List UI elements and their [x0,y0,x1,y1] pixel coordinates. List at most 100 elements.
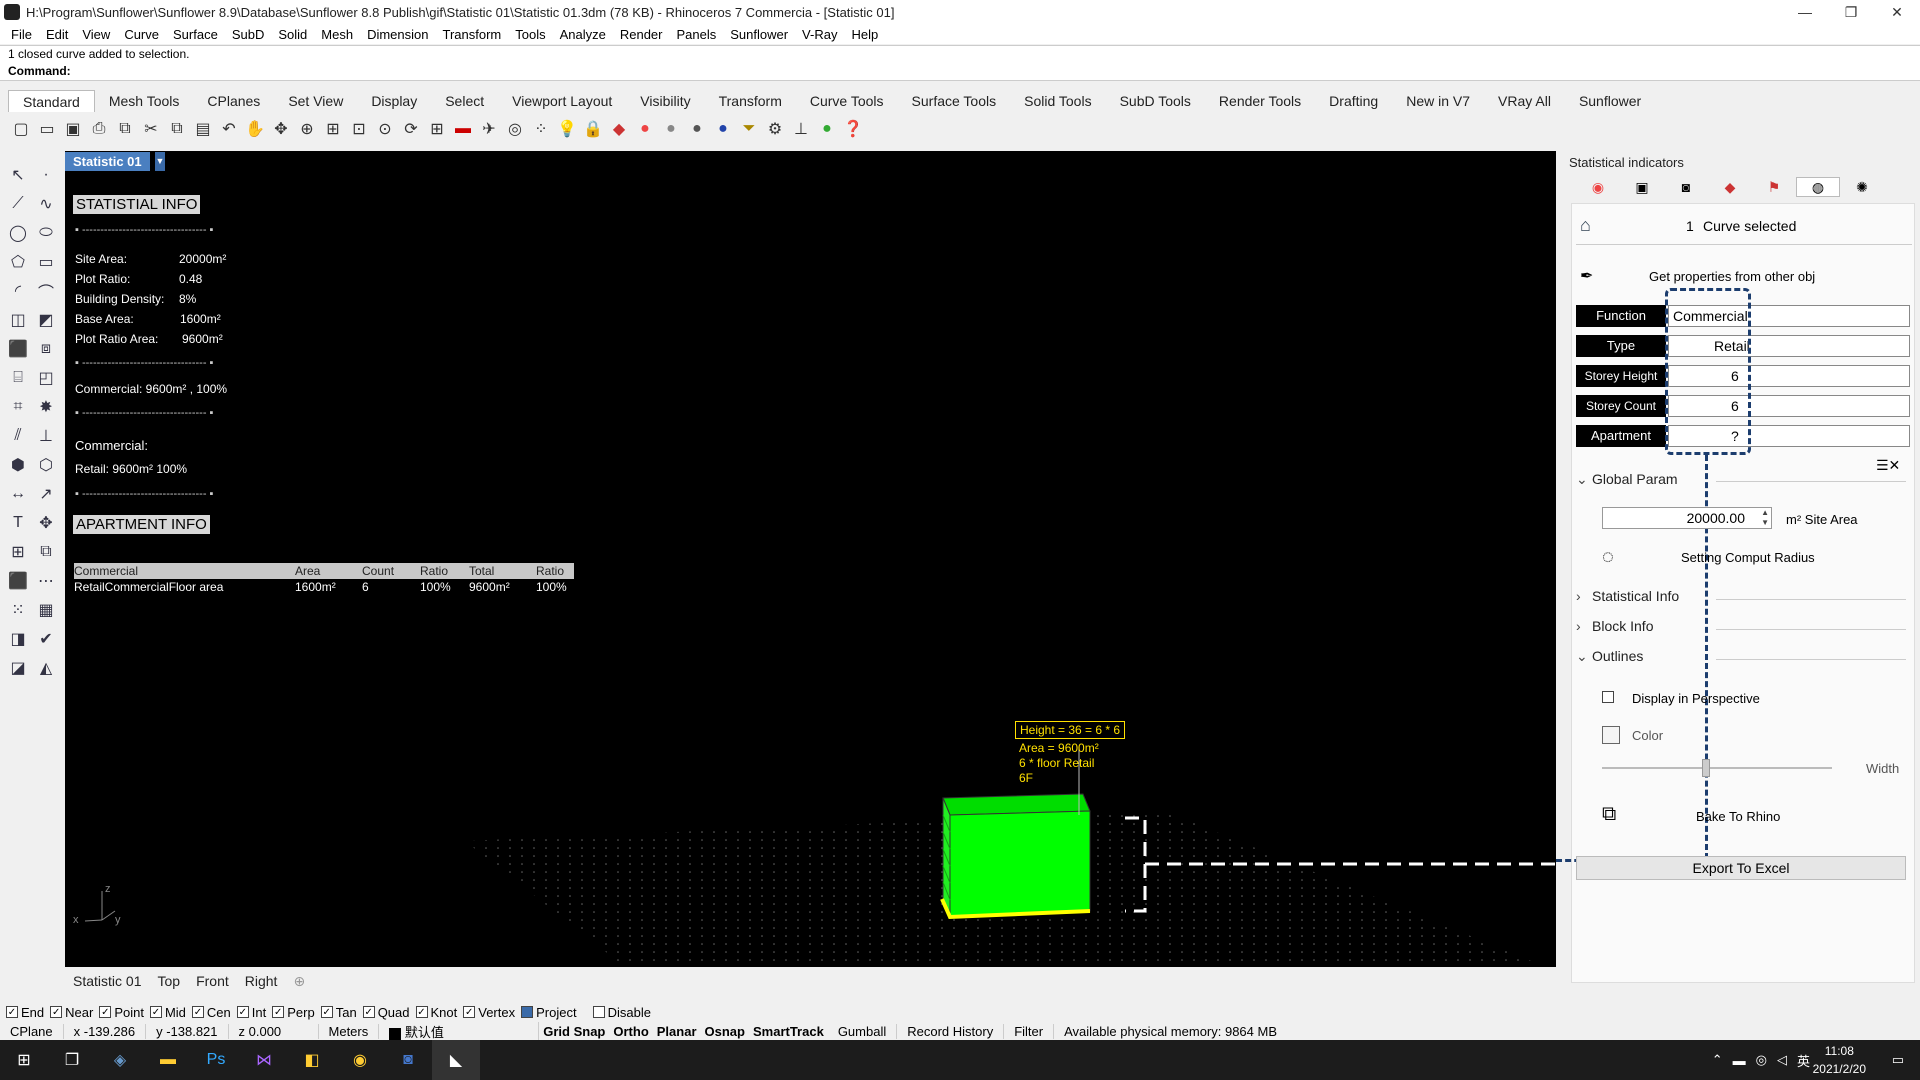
viewtab-top[interactable]: Top [149,973,188,989]
viewport-perspective[interactable]: z x y STATISTIAL INFO ▪ ----------------… [65,151,1556,967]
menu-solid[interactable]: Solid [271,27,314,42]
osnap-checkbox[interactable] [521,1006,534,1018]
zoom-extents-icon[interactable]: ⊡ [346,116,372,142]
loft-icon[interactable]: ◩ [32,305,60,334]
move-icon[interactable]: ✥ [32,508,60,537]
command-prompt[interactable]: Command: [8,63,1920,80]
car-icon[interactable]: ▬ [450,116,476,142]
tab-drafting[interactable]: Drafting [1315,90,1392,112]
ellipse-icon[interactable]: ⬭ [32,218,60,247]
toggle-osnap[interactable]: Osnap [701,1024,749,1039]
menu-panels[interactable]: Panels [669,27,723,42]
tab-cplanes[interactable]: CPlanes [193,90,274,112]
curve-icon[interactable]: ∿ [32,189,60,218]
osnap-quad[interactable]: ✓ Quad [362,1005,410,1020]
osnap-mid[interactable]: ✓ Mid [149,1005,186,1020]
mesh-icon[interactable]: ⌗ [4,392,32,421]
light-bulb-icon[interactable]: 💡 [554,116,580,142]
tab-select[interactable]: Select [431,90,498,112]
box-icon[interactable]: ⬛ [4,334,32,363]
clear-icon[interactable]: ☰✕ [1876,457,1900,474]
toggle-grid-snap[interactable]: Grid Snap [539,1024,609,1039]
light-tool-icon[interactable]: ◭ [32,653,60,682]
task-view-icon[interactable]: ❐ [48,1040,96,1080]
osnap-checkbox[interactable]: ✓ [320,1006,333,1018]
menu-transform[interactable]: Transform [435,27,508,42]
menu-vray[interactable]: V-Ray [795,27,844,42]
site-area-input[interactable]: 20000.00 ▲ ▼ [1602,507,1772,529]
polyline-icon[interactable]: ⟋ [4,189,32,218]
menu-subd[interactable]: SubD [225,27,272,42]
building-front[interactable] [949,810,1091,918]
viewport-title-tab[interactable]: Statistic 01 [65,152,150,171]
pan-hand-icon[interactable]: ✋ [242,116,268,142]
slider-thumb[interactable] [1702,759,1710,777]
viewtab-front[interactable]: Front [188,973,237,989]
windows-start-icon[interactable]: ⊞ [0,1040,48,1080]
open-folder-icon[interactable]: ▭ [34,116,60,142]
osnap-cen[interactable]: ✓ Cen [191,1005,231,1020]
eyedropper-icon[interactable]: ✒ [1580,266,1593,286]
osnap-point[interactable]: ✓ Point [99,1005,144,1020]
rotate-view-icon[interactable]: ✥ [268,116,294,142]
tab-surface-tools[interactable]: Surface Tools [898,90,1011,112]
display-tab-icon[interactable]: ▣ [1620,177,1664,197]
tray-icon[interactable]: ▬ [1733,1053,1746,1068]
tab-solid-tools[interactable]: Solid Tools [1010,90,1105,112]
material-sphere-icon[interactable]: ● [658,116,684,142]
bookmark-tab-icon[interactable]: ⚑ [1752,177,1796,197]
volume-icon[interactable]: ◁ [1777,1052,1787,1068]
setting-comput-radius-button[interactable]: Setting Comput Radius [1681,550,1815,565]
copy-icon[interactable]: ⧉ [164,116,190,142]
network-icon[interactable]: ◎ [1756,1052,1767,1068]
analyze-icon[interactable]: ◨ [4,624,32,653]
tab-standard[interactable]: Standard [8,90,95,112]
select-points-icon[interactable]: ⁘ [528,116,554,142]
four-views-icon[interactable]: ⊞ [424,116,450,142]
save-icon[interactable]: ▣ [60,116,86,142]
bake-icon[interactable]: ⧉ [1602,803,1616,826]
group-icon[interactable]: ⬢ [4,450,32,479]
osnap-checkbox[interactable]: ✓ [191,1006,204,1018]
osnap-project[interactable]: Project [521,1005,577,1020]
check-icon[interactable]: ✔ [32,624,60,653]
osnap-checkbox[interactable]: ✓ [149,1006,162,1018]
rectangle-icon[interactable]: ▭ [32,247,60,276]
menu-help[interactable]: Help [844,27,885,42]
tab-transform[interactable]: Transform [705,90,796,112]
leader-icon[interactable]: ↗ [32,479,60,508]
trim-icon[interactable]: ⫽ [4,421,32,450]
menu-render[interactable]: Render [613,27,670,42]
osnap-checkbox[interactable]: ✓ [362,1006,375,1018]
render-sphere-icon[interactable]: ● [710,116,736,142]
status-units[interactable]: Meters [319,1024,380,1039]
cylinder-icon[interactable]: ⌸ [4,363,32,392]
statistics-tab-icon[interactable]: ◍ [1796,177,1840,197]
close-button[interactable]: ✕ [1874,0,1920,24]
tab-sunflower[interactable]: Sunflower [1565,90,1655,112]
toggle-gumball[interactable]: Gumball [828,1024,898,1039]
toggle-filter[interactable]: Filter [1004,1024,1055,1039]
color-wheel-icon[interactable]: ● [632,116,658,142]
display-perspective-checkbox[interactable] [1602,691,1614,703]
color-wheel-tab-icon[interactable]: ◉ [1576,177,1620,197]
menu-view[interactable]: View [75,27,117,42]
osnap-disable[interactable]: Disable [592,1005,651,1020]
maximize-button[interactable]: ❐ [1828,0,1874,24]
osnap-knot[interactable]: ✓ Knot [415,1005,457,1020]
tab-visibility[interactable]: Visibility [626,90,704,112]
osnap-checkbox[interactable]: ✓ [415,1006,428,1018]
minimize-button[interactable]: — [1782,0,1828,24]
app-icon-2[interactable]: ◧ [288,1040,336,1080]
viewtab-statistic[interactable]: Statistic 01 [65,973,149,989]
osnap-checkbox[interactable]: ✓ [272,1006,285,1018]
layer-icon[interactable]: ◆ [606,116,632,142]
status-layer[interactable]: 默认值 [379,1022,540,1041]
get-properties-button[interactable]: Get properties from other obj [1649,269,1815,284]
fillet-curve-icon[interactable]: ⌒ [32,276,60,305]
osnap-end[interactable]: ✓ End [6,1005,44,1020]
toggle-record-history[interactable]: Record History [897,1024,1005,1039]
boolean-icon[interactable]: ⧈ [32,334,60,363]
menu-sunflower[interactable]: Sunflower [723,27,795,42]
zoom-selected-icon[interactable]: ⊙ [372,116,398,142]
